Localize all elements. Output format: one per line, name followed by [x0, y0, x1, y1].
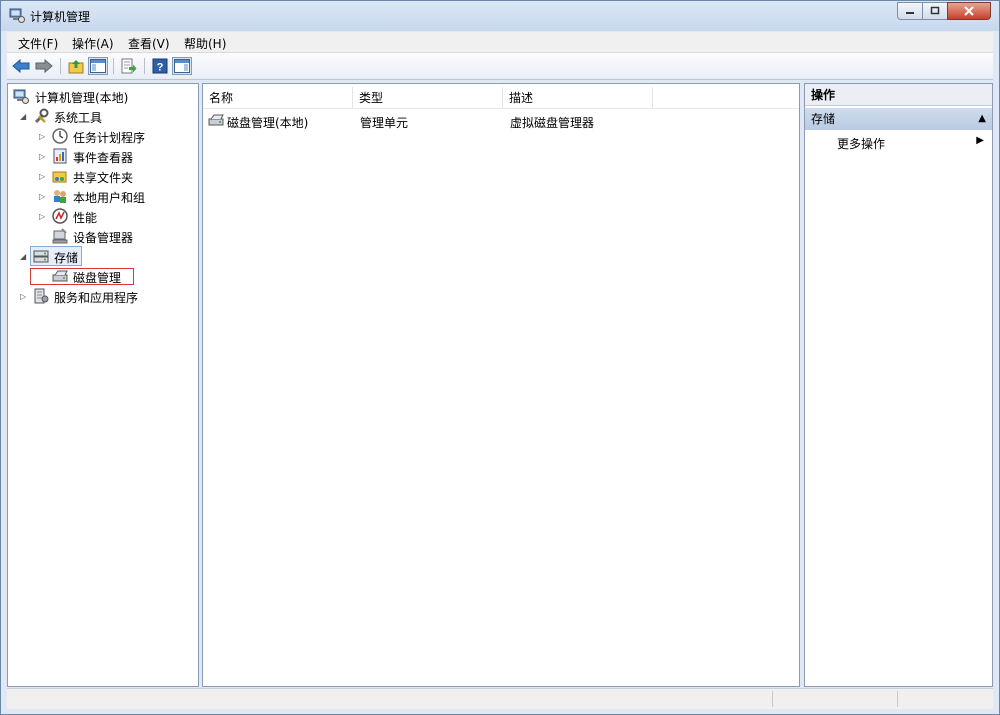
tree-label: 任务计划程序 [73, 131, 146, 145]
back-arrow-icon [12, 59, 30, 73]
users-icon [54, 190, 66, 203]
menu-bar: 文件(F) 操作(A) 查看(V) 帮助(H) [7, 32, 993, 53]
menu-view[interactable]: 查看(V) [128, 35, 170, 52]
tree-label: 计算机管理(本地) [35, 91, 129, 105]
services-icon [34, 288, 49, 304]
toolbar-separator [113, 58, 114, 74]
toolbar-separator [60, 58, 61, 74]
column-header-type[interactable]: 类型 [353, 87, 503, 109]
system-tools-icon [34, 108, 49, 124]
tree-label: 共享文件夹 [73, 171, 134, 185]
export-list-button[interactable] [119, 57, 139, 75]
collapsed-arrow-icon[interactable]: ▷ [39, 172, 47, 182]
menu-help[interactable]: 帮助(H) [184, 35, 226, 52]
computer-management-icon [13, 89, 29, 104]
close-icon [948, 3, 990, 19]
folder-up-icon [68, 60, 84, 74]
action-pane: 操作 存储 ▲ 更多操作 ▶ [804, 83, 993, 687]
toolbar: ? [7, 53, 993, 80]
maximize-icon [923, 3, 947, 19]
help-icon: ? [152, 58, 168, 74]
column-header-name[interactable]: 名称 [203, 87, 353, 109]
status-bar [7, 688, 993, 709]
expanded-arrow-icon[interactable]: ◢ [20, 112, 28, 122]
show-hide-console-tree-button[interactable] [88, 57, 108, 75]
tree-label: 本地用户和组 [73, 191, 146, 205]
tree-label: 事件查看器 [73, 151, 134, 165]
minimize-button[interactable] [897, 2, 923, 20]
collapse-up-icon: ▲ [978, 113, 986, 124]
menu-file[interactable]: 文件(F) [18, 35, 58, 52]
collapsed-arrow-icon[interactable]: ▷ [39, 132, 47, 142]
collapsed-arrow-icon[interactable]: ▷ [20, 292, 28, 302]
console-tree-icon [90, 59, 106, 73]
console-tree: 计算机管理(本地) ◢ 系统工具 ▷ 任务计划程序 ▷ 事件查看器 ▷ 共享文件… [7, 83, 199, 687]
column-header-row: 名称 类型 描述 [203, 84, 799, 109]
action-pane-icon [174, 59, 190, 73]
list-item-description: 虚拟磁盘管理器 [510, 116, 595, 130]
shared-folder-icon [52, 171, 67, 183]
status-divider [772, 691, 773, 707]
back-button[interactable] [11, 57, 31, 75]
forward-arrow-icon [35, 59, 53, 73]
show-hide-action-pane-button[interactable] [172, 57, 192, 75]
title-bar: 计算机管理 [1, 1, 999, 31]
submenu-arrow-icon: ▶ [976, 135, 984, 146]
collapsed-arrow-icon[interactable]: ▷ [39, 152, 47, 162]
performance-icon [52, 208, 68, 224]
tree-label: 设备管理器 [73, 231, 134, 245]
more-actions-label: 更多操作 [837, 137, 886, 151]
computer-management-icon [9, 8, 25, 23]
tree-label: 系统工具 [54, 111, 103, 125]
window-title: 计算机管理 [30, 10, 91, 24]
results-list: 名称 类型 描述 磁盘管理(本地) 管理单元 虚拟磁盘管理器 [202, 83, 800, 687]
tree-label: 服务和应用程序 [54, 291, 139, 305]
device-manager-icon [52, 228, 68, 244]
expanded-arrow-icon[interactable]: ◢ [20, 252, 28, 262]
tree-label: 存储 [54, 251, 79, 265]
menu-action[interactable]: 操作(A) [72, 35, 114, 52]
computer-management-window: 计算机管理 文件(F) 操作(A) 查看(V) 帮助(H) ? 计算机管理(本地… [0, 0, 1000, 715]
action-pane-title: 操作 [805, 84, 992, 106]
collapsed-arrow-icon[interactable]: ▷ [39, 212, 47, 222]
more-actions-item[interactable]: 更多操作 [837, 135, 885, 152]
action-section-label: 存储 [811, 112, 836, 126]
action-section-storage[interactable]: 存储 ▲ [805, 108, 992, 130]
disk-management-icon [52, 270, 68, 282]
clock-icon [52, 128, 68, 144]
collapsed-arrow-icon[interactable]: ▷ [39, 192, 47, 202]
close-button[interactable] [947, 2, 991, 20]
status-divider [897, 691, 898, 707]
column-header-description[interactable]: 描述 [503, 87, 653, 109]
up-one-level-button[interactable] [66, 57, 86, 75]
toolbar-separator [144, 58, 145, 74]
disk-management-icon [208, 114, 224, 126]
help-button[interactable]: ? [150, 57, 170, 75]
storage-icon [33, 250, 49, 263]
event-viewer-icon [53, 148, 67, 164]
list-item-name: 磁盘管理(本地) [227, 116, 309, 130]
list-item[interactable]: 磁盘管理(本地) 管理单元 虚拟磁盘管理器 [203, 110, 799, 130]
list-item-type: 管理单元 [360, 116, 409, 130]
svg-text:?: ? [157, 62, 164, 74]
export-list-icon [121, 58, 137, 74]
maximize-button[interactable] [922, 2, 948, 20]
forward-button[interactable] [34, 57, 54, 75]
tree-label: 磁盘管理 [73, 271, 122, 285]
tree-label: 性能 [73, 211, 98, 225]
minimize-icon [898, 3, 922, 19]
